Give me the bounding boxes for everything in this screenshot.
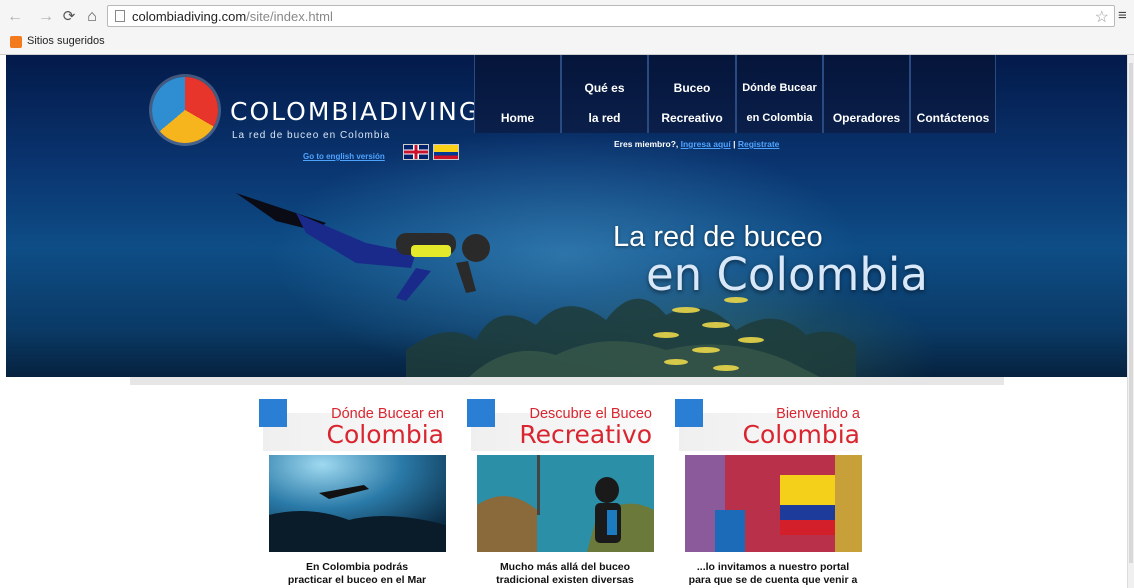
nav-home[interactable]: Home [474, 55, 561, 133]
card-accent-square [675, 399, 703, 427]
bookmark-suggested-sites[interactable]: Sitios sugeridos [27, 35, 105, 47]
register-link[interactable]: Registrate [738, 139, 780, 149]
menu-icon[interactable]: ≡ [1118, 8, 1130, 24]
diver-graphic [236, 193, 490, 301]
english-version-link[interactable]: Go to english versión [303, 152, 385, 161]
card-photo[interactable] [685, 455, 862, 552]
nav-label-line1: Dónde Bucear [742, 82, 817, 94]
card-photo[interactable] [477, 455, 654, 552]
nav-label-line2: la red [588, 111, 621, 125]
hero-banner: COLOMBIADIVING La red de buceo en Colomb… [6, 55, 1127, 380]
card-title-big: Colombia [326, 420, 444, 449]
hero-tagline-line2: en Colombia [646, 248, 928, 301]
card-caption: ...lo invitamos a nuestro portal para que… [675, 561, 871, 587]
scrollbar-thumb[interactable] [1129, 63, 1133, 563]
card-caption: En Colombia podrás practicar el buceo en … [259, 561, 455, 587]
nav-label-line2: Recreativo [661, 111, 723, 125]
colombia-flag-icon[interactable] [433, 144, 459, 160]
banner-shadow [130, 377, 1004, 385]
uk-flag-icon[interactable] [403, 144, 429, 160]
url-text[interactable]: colombiadiving.com/site/index.html [132, 9, 333, 24]
card-donde-bucear[interactable]: Dónde Bucear en Colombia En Colombia pod… [259, 399, 449, 588]
card-bienvenido-colombia[interactable]: Bienvenido a Colombia ...lo invitamos a … [675, 399, 865, 588]
bookmark-icon [10, 36, 22, 48]
nav-buceo-recreativo[interactable]: Buceo Recreativo [648, 55, 736, 133]
nav-contactenos[interactable]: Contáctenos [910, 55, 996, 133]
separator: | [733, 139, 736, 149]
back-icon[interactable]: ← [6, 8, 24, 26]
forward-icon[interactable]: → [37, 8, 55, 26]
member-text: Eres miembro?, [614, 139, 679, 149]
url-domain: colombiadiving.com [132, 9, 247, 24]
nav-label-line2: en Colombia [746, 112, 813, 124]
card-accent-square [467, 399, 495, 427]
card-accent-square [259, 399, 287, 427]
nav-label: Contáctenos [916, 111, 990, 125]
card-title-big: Colombia [742, 420, 860, 449]
home-icon[interactable]: ⌂ [83, 8, 101, 26]
nav-operadores[interactable]: Operadores [823, 55, 910, 133]
card-buceo-recreativo[interactable]: Descubre el Buceo Recreativo Mucho más a… [467, 399, 657, 588]
bookmarks-bar: Sitios sugeridos [0, 33, 1134, 53]
logo-title: COLOMBIADIVING [230, 97, 481, 126]
logo-emblem-icon [152, 77, 218, 143]
card-caption: Mucho más allá del buceo tradicional exis… [467, 561, 663, 587]
nav-donde-bucear[interactable]: Dónde Bucear en Colombia [736, 55, 823, 133]
vertical-scrollbar[interactable] [1127, 55, 1134, 588]
web-page: COLOMBIADIVING La red de buceo en Colomb… [0, 55, 1127, 588]
caption-line1: ...lo invitamos a nuestro portal [696, 561, 850, 573]
login-link[interactable]: Ingresa aquí [681, 139, 731, 149]
nav-home-label: Home [500, 111, 535, 125]
reload-icon[interactable]: ⟳ [60, 8, 78, 26]
caption-line2: tradicional existen diversas [496, 574, 634, 586]
nav-label: Operadores [832, 111, 901, 125]
member-login-line: Eres miembro?, Ingresa aquí | Registrate [614, 139, 779, 149]
logo-subtitle: La red de buceo en Colombia [232, 130, 391, 141]
page-icon [115, 10, 125, 22]
card-title-big: Recreativo [519, 420, 652, 449]
browser-chrome: ← → ⟳ ⌂ colombiadiving.com/site/index.ht… [0, 0, 1134, 55]
nav-que-es-la-red[interactable]: Qué es la red [561, 55, 648, 133]
nav-label-line1: Qué es [584, 81, 625, 95]
star-icon[interactable]: ☆ [1095, 7, 1109, 27]
caption-line1: En Colombia podrás [305, 561, 409, 573]
caption-line1: Mucho más allá del buceo [499, 561, 631, 573]
url-path: /site/index.html [246, 9, 333, 24]
nav-label-line1: Buceo [673, 81, 711, 95]
caption-line2: practicar el buceo en el Mar [287, 574, 427, 586]
address-bar[interactable]: colombiadiving.com/site/index.html ☆ [107, 5, 1115, 27]
caption-line2: para que se de cuenta que venir a [688, 574, 858, 586]
card-photo[interactable] [269, 455, 446, 552]
